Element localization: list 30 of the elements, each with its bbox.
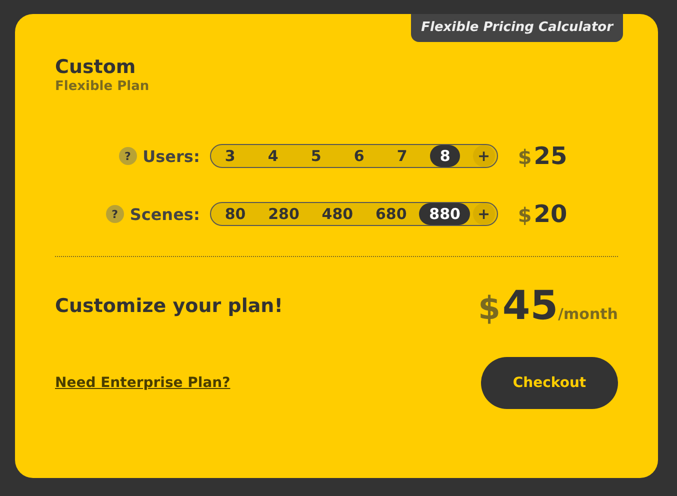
add-button[interactable]: + — [472, 203, 495, 225]
currency-symbol: $ — [518, 145, 532, 169]
option-button[interactable]: 5 — [300, 145, 332, 167]
help-button[interactable]: ? — [106, 205, 124, 223]
option-button[interactable]: 7 — [386, 145, 418, 167]
checkout-button[interactable]: Checkout — [481, 357, 618, 409]
total-price: 45 — [502, 283, 558, 329]
enterprise-link[interactable]: Need Enterprise Plan? — [55, 375, 230, 391]
option-button[interactable]: 8 — [430, 145, 460, 167]
option-button[interactable]: 880 — [419, 203, 470, 225]
item-price: 25 — [534, 142, 568, 170]
option-button[interactable]: 4 — [258, 145, 288, 167]
option-button[interactable]: 6 — [344, 145, 374, 167]
option-button[interactable]: 280 — [258, 203, 310, 225]
add-button[interactable]: + — [472, 145, 495, 167]
help-button[interactable]: ? — [118, 147, 137, 165]
selector-label: Scenes: — [130, 204, 200, 224]
plan-title: Custom — [55, 56, 137, 78]
currency-symbol: $ — [518, 203, 532, 227]
option-button[interactable]: 3 — [214, 145, 246, 167]
plan-subtitle: Flexible Plan — [55, 79, 150, 94]
summary-heading: Customize your plan! — [55, 295, 283, 317]
option-button[interactable]: 80 — [214, 203, 256, 225]
option-button[interactable]: 680 — [365, 203, 417, 225]
calculator-badge: Flexible Pricing Calculator — [411, 14, 623, 42]
billing-period: /month — [558, 305, 618, 323]
item-price: 20 — [534, 200, 568, 228]
selector-label: Users: — [142, 146, 200, 166]
currency-symbol: $ — [478, 289, 500, 327]
option-button[interactable]: 480 — [312, 203, 364, 225]
